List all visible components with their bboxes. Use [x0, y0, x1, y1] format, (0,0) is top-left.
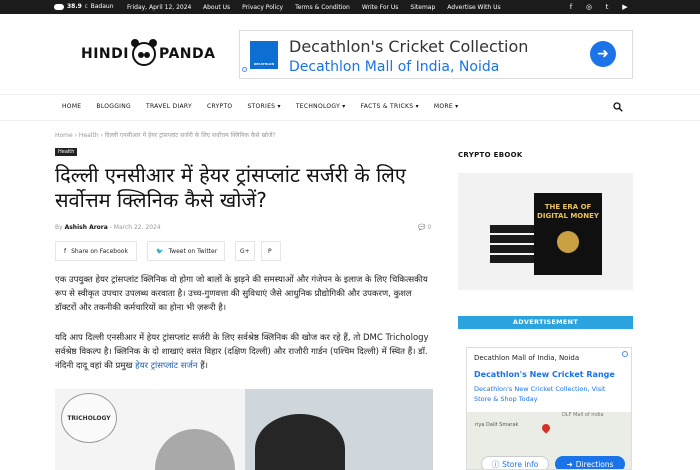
top-links: About Us Privacy Policy Terms & Conditio… [203, 4, 501, 11]
store-info-label: Store info [502, 459, 539, 469]
panda-icon [130, 39, 157, 66]
article-featured-image: TRICHOLOGY [55, 389, 433, 470]
site-logo[interactable]: HINDI PANDA [81, 39, 216, 66]
city-name: Badaun [90, 3, 114, 10]
share-twitter-label: Tweet on Twitter [168, 247, 218, 255]
article-paragraph-1: एक उपयुक्त हेयर ट्रांसप्लांट क्लिनिक वो … [55, 275, 428, 313]
ad-headline[interactable]: Decathlon's Cricket Collection [289, 37, 528, 56]
by-label: By [55, 224, 63, 231]
crypto-ebook-image[interactable]: THE ERA OF DIGITAL MONEY [458, 173, 633, 290]
article-title: दिल्ली एनसीआर में हेयर ट्रांसप्लांट सर्ज… [55, 163, 406, 212]
twitter-icon: 🐦 [156, 247, 164, 255]
book-cover: THE ERA OF DIGITAL MONEY [534, 193, 602, 275]
top-bar: 38.9 C Badaun Friday, April 12, 2024 Abou… [0, 0, 700, 14]
info-icon: ⓘ [491, 459, 500, 469]
top-link-privacy[interactable]: Privacy Policy [242, 4, 283, 11]
comment-count[interactable]: 💬 0 [418, 224, 431, 231]
nav-facts-tricks[interactable]: FACTS & TRICKS ▾ [361, 103, 419, 110]
temperature-unit: C [84, 4, 88, 9]
advertisement-heading: ADVERTISEMENT [458, 316, 633, 329]
facebook-icon[interactable]: f [567, 3, 575, 11]
bitcoin-icon [557, 231, 579, 253]
top-link-sitemap[interactable]: Sitemap [410, 4, 435, 11]
top-link-write[interactable]: Write For Us [362, 4, 399, 11]
directions-button[interactable]: ➜ Directions [555, 456, 625, 469]
search-icon[interactable] [613, 102, 623, 112]
article-meta: By Ashish Arora - March 22, 2024 💬 0 [55, 224, 432, 231]
twitter-icon[interactable]: t [603, 3, 611, 11]
directions-label: Directions [575, 459, 614, 469]
sidebar-ad-description[interactable]: Decathlon's New Cricket Collection, Visi… [474, 384, 624, 404]
trichology-logo: TRICHOLOGY [61, 393, 117, 443]
social-icons: f ◎ t ▶ [567, 3, 629, 11]
youtube-icon[interactable]: ▶ [621, 3, 629, 11]
share-facebook-button[interactable]: f Share on Facebook [55, 241, 137, 261]
nav-technology[interactable]: TECHNOLOGY ▾ [296, 103, 346, 110]
share-twitter-button[interactable]: 🐦 Tweet on Twitter [147, 241, 225, 261]
share-google-plus-button[interactable]: G+ [235, 241, 255, 261]
map-label-mall: DLF Mall of India [562, 412, 604, 418]
directions-arrow-icon[interactable]: ➜ [590, 41, 616, 67]
ad-subline[interactable]: Decathlon Mall of India, Noida [289, 59, 499, 75]
sidebar-ad-location[interactable]: Decathlon Mall of India, Noida [474, 354, 579, 362]
ad-info-icon[interactable] [622, 351, 628, 357]
nav-stories[interactable]: STORIES ▾ [247, 103, 280, 110]
cloud-icon [54, 3, 64, 10]
map-label: riya Dalit Smarak [475, 422, 519, 428]
logo-text-right: PANDA [158, 46, 216, 62]
book-title: THE ERA OF DIGITAL MONEY [537, 203, 599, 220]
facebook-icon: f [64, 247, 67, 255]
share-pinterest-button[interactable]: P [261, 241, 281, 261]
weather-widget: 38.9 C Badaun [54, 3, 114, 10]
top-link-about[interactable]: About Us [203, 4, 230, 11]
directions-icon: ➜ [566, 459, 573, 469]
nav-travel-diary[interactable]: TRAVEL DIARY [146, 103, 192, 110]
current-date: Friday, April 12, 2024 [127, 4, 192, 11]
pinterest-icon: P [268, 247, 272, 255]
sidebar-ad-title[interactable]: Decathlon's New Cricket Range [474, 370, 615, 379]
hair-transplant-surgeon-link[interactable]: हेयर ट्रांसप्लांट सर्जन [135, 361, 197, 371]
article-paragraph-2: यदि आप दिल्ली एनसीआर में हेयर ट्रांसप्ला… [55, 331, 433, 373]
sidebar-ad[interactable]: Decathlon Mall of India, Noida Decathlon… [466, 347, 632, 470]
decathlon-logo: DECATHLON [250, 41, 278, 69]
top-link-advertise[interactable]: Advertise With Us [447, 4, 500, 11]
top-link-terms[interactable]: Terms & Condition [295, 4, 350, 11]
store-info-button[interactable]: ⓘ Store info [481, 456, 549, 469]
nav-more[interactable]: MORE ▾ [434, 103, 459, 110]
top-banner-ad[interactable]: DECATHLON Decathlon's Cricket Collection… [239, 30, 633, 79]
person-image-2 [255, 414, 345, 470]
category-badge[interactable]: Health [55, 148, 78, 156]
google-plus-icon: G+ [240, 247, 250, 255]
ad-info-icon[interactable] [242, 67, 247, 72]
logo-text-left: HINDI [81, 46, 129, 62]
nav-home[interactable]: HOME [62, 103, 81, 110]
comment-count-value: 0 [427, 224, 432, 231]
nav-crypto[interactable]: CRYPTO [207, 103, 232, 110]
main-nav: HOME BLOGGING TRAVEL DIARY CRYPTO STORIE… [0, 94, 700, 121]
breadcrumb[interactable]: Home › Health › दिल्ली एनसीआर में हेयर ट… [55, 131, 276, 139]
crypto-ebook-heading: CRYPTO EBOOK [458, 151, 523, 159]
para2-text: यदि आप दिल्ली एनसीआर में हेयर ट्रांसप्ला… [55, 333, 429, 371]
share-facebook-label: Share on Facebook [71, 247, 128, 255]
instagram-icon[interactable]: ◎ [585, 3, 593, 11]
publish-date: March 22, 2024 [113, 224, 161, 231]
nav-blogging[interactable]: BLOGGING [96, 103, 131, 110]
para2-end: हैं। [197, 361, 208, 371]
author-name[interactable]: Ashish Arora [65, 224, 108, 231]
temperature: 38.9 [67, 3, 82, 10]
